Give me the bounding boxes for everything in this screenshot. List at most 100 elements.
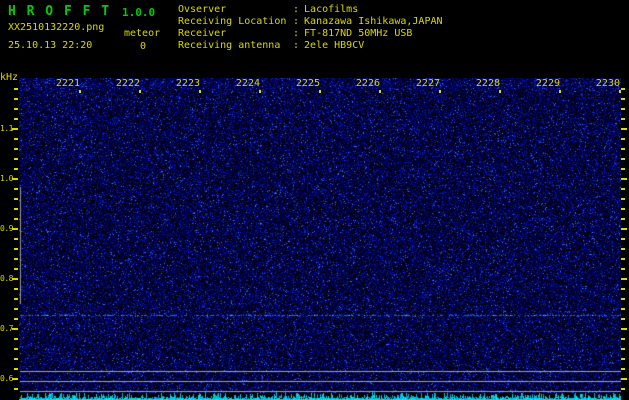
y-tick-minor [14, 138, 18, 140]
info-value: Kanazawa Ishikawa,JAPAN [304, 16, 443, 27]
x-tick [79, 90, 81, 93]
y-tick-major [12, 278, 18, 280]
x-tick [319, 90, 321, 93]
x-tick-label: 2230 [595, 78, 620, 89]
y-axis-unit-label: kHz [0, 72, 19, 83]
info-value: 2ele HB9CV [304, 40, 365, 51]
y-tick-minor [621, 388, 625, 390]
y-tick-minor [621, 298, 625, 300]
info-label: Receiving antenna [178, 40, 281, 51]
y-tick-minor [14, 108, 18, 110]
x-tick [439, 90, 441, 93]
info-row: Ovserver: Lacofilms [178, 4, 358, 15]
y-tick-label: 0.7 [0, 324, 13, 333]
y-tick-minor [621, 318, 625, 320]
x-tick [619, 90, 621, 93]
y-tick-label: 0.8 [0, 274, 13, 283]
y-tick-minor [621, 108, 625, 110]
info-value: Lacofilms [304, 4, 359, 15]
y-tick-minor [621, 238, 625, 240]
y-tick-major [12, 378, 18, 380]
info-row: Receiver: FT-817ND 50MHz USB [178, 28, 412, 39]
y-tick-minor [14, 258, 18, 260]
x-tick-label: 2224 [235, 78, 260, 89]
info-row: Receiving Location: Kanazawa Ishikawa,JAP… [178, 16, 443, 27]
y-tick-minor [14, 348, 18, 350]
y-tick-label: 0.6 [0, 374, 13, 383]
y-tick-minor [621, 168, 625, 170]
y-tick-minor [14, 158, 18, 160]
y-tick-minor [621, 98, 625, 100]
y-tick-minor [621, 118, 625, 120]
y-tick-minor [14, 198, 18, 200]
y-tick-minor [14, 118, 18, 120]
hrofft-window: H R O F F T 1.0.0 XX2510132220.png meteo… [0, 0, 629, 400]
y-tick-label: 1.1 [0, 124, 13, 133]
y-tick-minor [621, 248, 625, 250]
y-tick-minor [621, 288, 625, 290]
x-tick [499, 90, 501, 93]
info-label: Ovserver [178, 4, 227, 15]
y-tick-minor [621, 358, 625, 360]
info-colon: : [293, 4, 300, 15]
y-tick-minor [621, 308, 625, 310]
y-tick-minor [14, 98, 18, 100]
y-tick-minor [14, 238, 18, 240]
x-tick [139, 90, 141, 93]
y-tick-minor [621, 188, 625, 190]
y-tick-major [621, 178, 627, 180]
y-tick-minor [14, 88, 18, 90]
x-tick [199, 90, 201, 93]
datetime-label: 25.10.13 22:20 [8, 40, 93, 51]
y-tick-minor [621, 338, 625, 340]
y-tick-minor [621, 368, 625, 370]
x-tick-label: 2222 [115, 78, 140, 89]
meteor-count: 0 [140, 41, 147, 52]
spectrogram [19, 78, 621, 400]
y-tick-minor [14, 368, 18, 370]
x-tick-label: 2228 [475, 78, 500, 89]
info-label: Receiver [178, 28, 227, 39]
app-version: 1.0.0 [122, 6, 156, 19]
info-value: FT-817ND 50MHz USB [304, 28, 413, 39]
info-colon: : [293, 40, 300, 51]
y-tick-minor [14, 388, 18, 390]
mode-label: meteor [124, 28, 161, 39]
y-tick-minor [14, 248, 18, 250]
y-tick-major [621, 328, 627, 330]
y-tick-label: 1.0 [0, 174, 13, 183]
x-tick-label: 2223 [175, 78, 200, 89]
y-tick-minor [14, 318, 18, 320]
x-tick-label: 2229 [535, 78, 560, 89]
output-filename: XX2510132220.png [8, 22, 105, 33]
y-tick-minor [14, 218, 18, 220]
y-tick-minor [14, 268, 18, 270]
y-tick-minor [14, 308, 18, 310]
y-tick-minor [14, 168, 18, 170]
y-tick-major [12, 228, 18, 230]
x-tick [559, 90, 561, 93]
y-tick-minor [14, 298, 18, 300]
y-tick-major [621, 278, 627, 280]
y-tick-minor [621, 158, 625, 160]
app-title: H R O F F T [8, 4, 111, 19]
y-tick-minor [14, 188, 18, 190]
y-tick-minor [621, 198, 625, 200]
y-tick-minor [621, 138, 625, 140]
x-tick [379, 90, 381, 93]
y-tick-minor [14, 338, 18, 340]
info-row: Receiving antenna:2ele HB9CV [178, 40, 364, 51]
info-colon: : [293, 16, 300, 27]
x-tick [259, 90, 261, 93]
y-tick-minor [14, 208, 18, 210]
x-tick-label: 2225 [295, 78, 320, 89]
y-tick-minor [621, 348, 625, 350]
y-tick-minor [621, 88, 625, 90]
y-tick-label: 0.9 [0, 224, 13, 233]
x-tick-label: 2226 [355, 78, 380, 89]
y-tick-major [621, 378, 627, 380]
y-tick-minor [621, 258, 625, 260]
y-tick-minor [14, 358, 18, 360]
y-tick-major [621, 128, 627, 130]
y-tick-minor [14, 288, 18, 290]
